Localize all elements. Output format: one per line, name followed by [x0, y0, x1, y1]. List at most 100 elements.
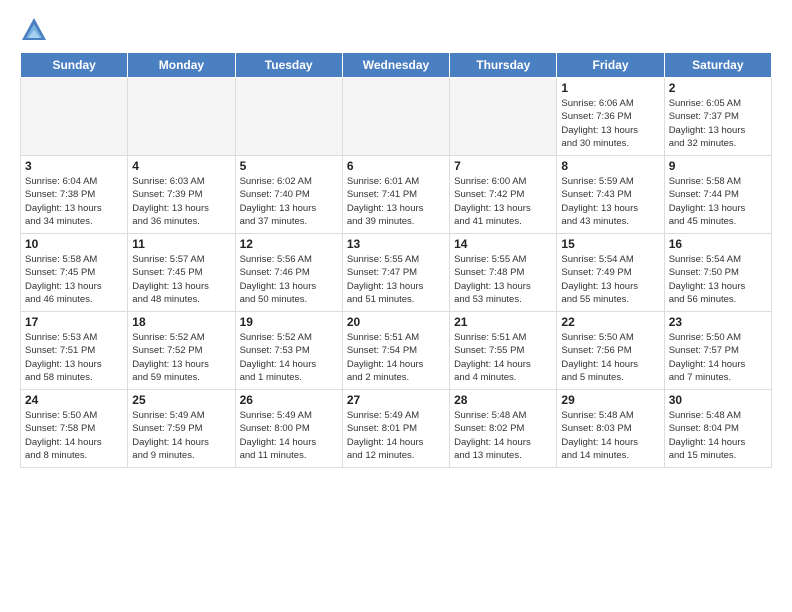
calendar-cell: 17 Sunrise: 5:53 AM Sunset: 7:51 PM Dayli…	[21, 312, 128, 390]
calendar-cell	[342, 78, 449, 156]
day-info: Sunrise: 5:50 AM Sunset: 7:58 PM Dayligh…	[25, 409, 123, 462]
calendar-cell: 13 Sunrise: 5:55 AM Sunset: 7:47 PM Dayli…	[342, 234, 449, 312]
day-info: Sunrise: 5:58 AM Sunset: 7:45 PM Dayligh…	[25, 253, 123, 306]
day-number: 13	[347, 237, 445, 251]
header	[20, 16, 772, 44]
week-row-3: 17 Sunrise: 5:53 AM Sunset: 7:51 PM Dayli…	[21, 312, 772, 390]
day-info: Sunrise: 6:04 AM Sunset: 7:38 PM Dayligh…	[25, 175, 123, 228]
day-number: 27	[347, 393, 445, 407]
day-number: 30	[669, 393, 767, 407]
header-cell-sunday: Sunday	[21, 53, 128, 78]
calendar-cell: 26 Sunrise: 5:49 AM Sunset: 8:00 PM Dayli…	[235, 390, 342, 468]
day-number: 26	[240, 393, 338, 407]
day-number: 15	[561, 237, 659, 251]
day-number: 2	[669, 81, 767, 95]
calendar-cell: 16 Sunrise: 5:54 AM Sunset: 7:50 PM Dayli…	[664, 234, 771, 312]
day-number: 3	[25, 159, 123, 173]
day-info: Sunrise: 5:50 AM Sunset: 7:56 PM Dayligh…	[561, 331, 659, 384]
day-info: Sunrise: 6:02 AM Sunset: 7:40 PM Dayligh…	[240, 175, 338, 228]
calendar-cell	[21, 78, 128, 156]
header-cell-saturday: Saturday	[664, 53, 771, 78]
day-number: 6	[347, 159, 445, 173]
day-info: Sunrise: 5:49 AM Sunset: 8:01 PM Dayligh…	[347, 409, 445, 462]
calendar-cell: 22Sunrise: 5:50 AM Sunset: 7:56 PM Dayli…	[557, 312, 664, 390]
week-row-0: 1 Sunrise: 6:06 AM Sunset: 7:36 PM Daylig…	[21, 78, 772, 156]
day-info: Sunrise: 5:48 AM Sunset: 8:03 PM Dayligh…	[561, 409, 659, 462]
day-info: Sunrise: 5:53 AM Sunset: 7:51 PM Dayligh…	[25, 331, 123, 384]
day-info: Sunrise: 5:51 AM Sunset: 7:55 PM Dayligh…	[454, 331, 552, 384]
calendar-cell: 20 Sunrise: 5:51 AM Sunset: 7:54 PM Dayli…	[342, 312, 449, 390]
day-info: Sunrise: 5:52 AM Sunset: 7:53 PM Dayligh…	[240, 331, 338, 384]
calendar-cell: 28Sunrise: 5:48 AM Sunset: 8:02 PM Dayli…	[450, 390, 557, 468]
calendar-cell: 7 Sunrise: 6:00 AM Sunset: 7:42 PM Daylig…	[450, 156, 557, 234]
calendar-cell: 8 Sunrise: 5:59 AM Sunset: 7:43 PM Daylig…	[557, 156, 664, 234]
day-number: 19	[240, 315, 338, 329]
day-info: Sunrise: 5:58 AM Sunset: 7:44 PM Dayligh…	[669, 175, 767, 228]
day-number: 12	[240, 237, 338, 251]
day-info: Sunrise: 5:48 AM Sunset: 8:02 PM Dayligh…	[454, 409, 552, 462]
calendar-cell: 18 Sunrise: 5:52 AM Sunset: 7:52 PM Dayli…	[128, 312, 235, 390]
calendar-cell: 29 Sunrise: 5:48 AM Sunset: 8:03 PM Dayli…	[557, 390, 664, 468]
header-cell-friday: Friday	[557, 53, 664, 78]
header-cell-monday: Monday	[128, 53, 235, 78]
day-info: Sunrise: 5:52 AM Sunset: 7:52 PM Dayligh…	[132, 331, 230, 384]
calendar-cell: 12 Sunrise: 5:56 AM Sunset: 7:46 PM Dayli…	[235, 234, 342, 312]
day-info: Sunrise: 5:55 AM Sunset: 7:47 PM Dayligh…	[347, 253, 445, 306]
calendar-cell: 19 Sunrise: 5:52 AM Sunset: 7:53 PM Dayli…	[235, 312, 342, 390]
day-info: Sunrise: 6:03 AM Sunset: 7:39 PM Dayligh…	[132, 175, 230, 228]
day-info: Sunrise: 5:49 AM Sunset: 7:59 PM Dayligh…	[132, 409, 230, 462]
calendar-cell	[450, 78, 557, 156]
day-number: 14	[454, 237, 552, 251]
day-number: 20	[347, 315, 445, 329]
day-number: 18	[132, 315, 230, 329]
logo-icon	[20, 16, 48, 44]
day-info: Sunrise: 6:06 AM Sunset: 7:36 PM Dayligh…	[561, 97, 659, 150]
day-number: 1	[561, 81, 659, 95]
page: SundayMondayTuesdayWednesdayThursdayFrid…	[0, 0, 792, 478]
day-number: 29	[561, 393, 659, 407]
calendar-cell: 30 Sunrise: 5:48 AM Sunset: 8:04 PM Dayli…	[664, 390, 771, 468]
calendar-cell: 1 Sunrise: 6:06 AM Sunset: 7:36 PM Daylig…	[557, 78, 664, 156]
day-number: 10	[25, 237, 123, 251]
calendar-cell: 11Sunrise: 5:57 AM Sunset: 7:45 PM Dayli…	[128, 234, 235, 312]
day-info: Sunrise: 5:48 AM Sunset: 8:04 PM Dayligh…	[669, 409, 767, 462]
calendar-cell: 21Sunrise: 5:51 AM Sunset: 7:55 PM Dayli…	[450, 312, 557, 390]
day-info: Sunrise: 5:54 AM Sunset: 7:50 PM Dayligh…	[669, 253, 767, 306]
day-number: 23	[669, 315, 767, 329]
calendar-cell: 15Sunrise: 5:54 AM Sunset: 7:49 PM Dayli…	[557, 234, 664, 312]
day-number: 16	[669, 237, 767, 251]
header-cell-wednesday: Wednesday	[342, 53, 449, 78]
calendar-header: SundayMondayTuesdayWednesdayThursdayFrid…	[21, 53, 772, 78]
calendar-cell: 5 Sunrise: 6:02 AM Sunset: 7:40 PM Daylig…	[235, 156, 342, 234]
day-info: Sunrise: 5:56 AM Sunset: 7:46 PM Dayligh…	[240, 253, 338, 306]
day-info: Sunrise: 5:57 AM Sunset: 7:45 PM Dayligh…	[132, 253, 230, 306]
day-info: Sunrise: 6:00 AM Sunset: 7:42 PM Dayligh…	[454, 175, 552, 228]
day-info: Sunrise: 5:50 AM Sunset: 7:57 PM Dayligh…	[669, 331, 767, 384]
calendar-cell: 9 Sunrise: 5:58 AM Sunset: 7:44 PM Daylig…	[664, 156, 771, 234]
day-number: 9	[669, 159, 767, 173]
day-number: 8	[561, 159, 659, 173]
calendar-cell	[128, 78, 235, 156]
calendar-cell: 6Sunrise: 6:01 AM Sunset: 7:41 PM Daylig…	[342, 156, 449, 234]
calendar-cell: 27 Sunrise: 5:49 AM Sunset: 8:01 PM Dayli…	[342, 390, 449, 468]
day-info: Sunrise: 6:05 AM Sunset: 7:37 PM Dayligh…	[669, 97, 767, 150]
day-number: 24	[25, 393, 123, 407]
week-row-4: 24 Sunrise: 5:50 AM Sunset: 7:58 PM Dayli…	[21, 390, 772, 468]
day-number: 17	[25, 315, 123, 329]
calendar-cell: 23 Sunrise: 5:50 AM Sunset: 7:57 PM Dayli…	[664, 312, 771, 390]
calendar-cell	[235, 78, 342, 156]
header-cell-thursday: Thursday	[450, 53, 557, 78]
day-info: Sunrise: 5:49 AM Sunset: 8:00 PM Dayligh…	[240, 409, 338, 462]
day-info: Sunrise: 5:51 AM Sunset: 7:54 PM Dayligh…	[347, 331, 445, 384]
week-row-1: 3 Sunrise: 6:04 AM Sunset: 7:38 PM Daylig…	[21, 156, 772, 234]
calendar-cell: 25 Sunrise: 5:49 AM Sunset: 7:59 PM Dayli…	[128, 390, 235, 468]
day-number: 5	[240, 159, 338, 173]
day-info: Sunrise: 5:59 AM Sunset: 7:43 PM Dayligh…	[561, 175, 659, 228]
calendar-cell: 14 Sunrise: 5:55 AM Sunset: 7:48 PM Dayli…	[450, 234, 557, 312]
calendar-cell: 24 Sunrise: 5:50 AM Sunset: 7:58 PM Dayli…	[21, 390, 128, 468]
day-number: 25	[132, 393, 230, 407]
calendar-table: SundayMondayTuesdayWednesdayThursdayFrid…	[20, 52, 772, 468]
day-number: 7	[454, 159, 552, 173]
header-row: SundayMondayTuesdayWednesdayThursdayFrid…	[21, 53, 772, 78]
day-info: Sunrise: 5:55 AM Sunset: 7:48 PM Dayligh…	[454, 253, 552, 306]
